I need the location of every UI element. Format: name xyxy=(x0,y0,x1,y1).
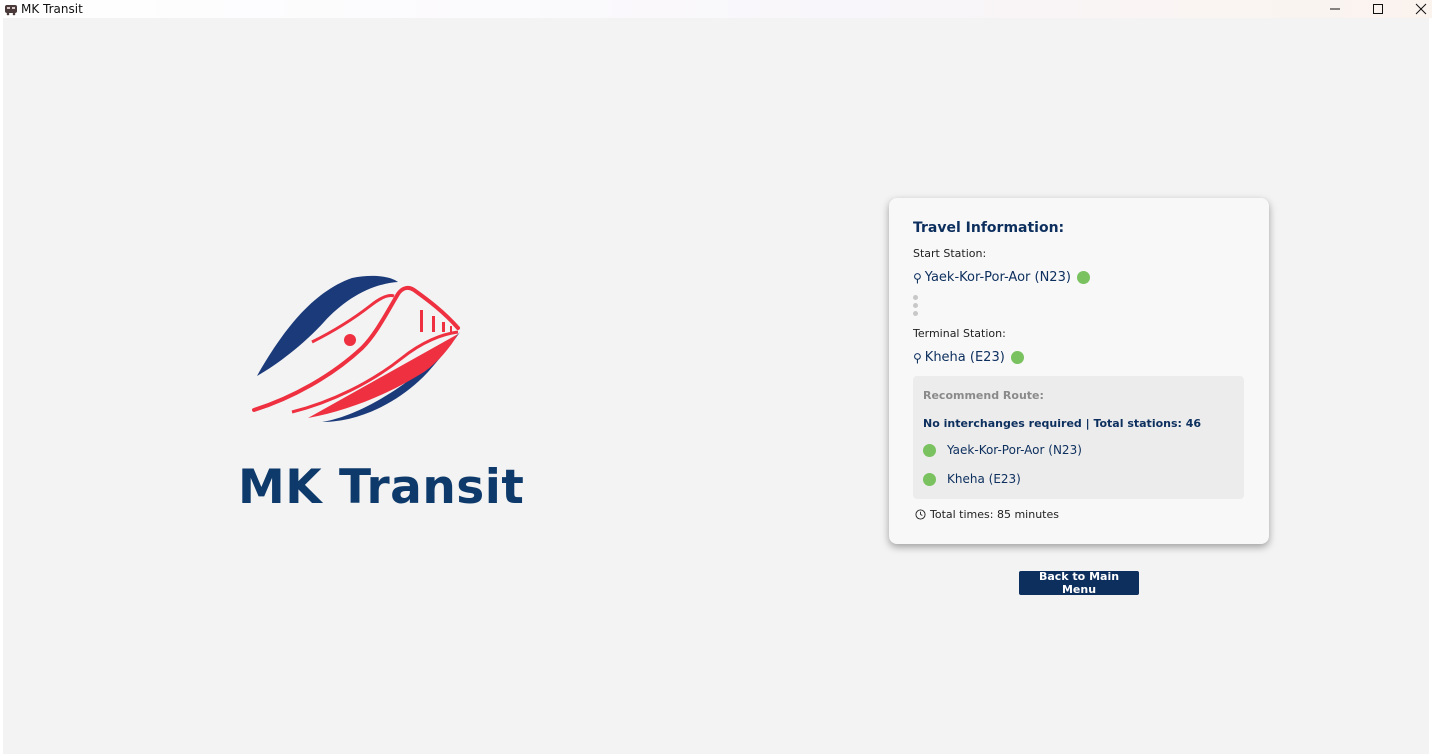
card-title: Travel Information: xyxy=(913,220,1065,236)
route-connector-dots xyxy=(913,295,919,319)
maximize-icon xyxy=(1373,4,1383,14)
window-titlebar: MK Transit xyxy=(0,0,1432,18)
clock-icon xyxy=(915,509,926,520)
route-stop: Kheha (E23) xyxy=(923,472,1021,486)
minimize-button[interactable] xyxy=(1312,0,1358,18)
recommended-route-panel: Recommend Route: No interchanges require… xyxy=(913,376,1244,499)
mk-transit-logo xyxy=(252,275,460,422)
travel-info-card: Travel Information: Start Station: ⚲ Yae… xyxy=(889,198,1269,544)
route-stop-name: Yaek-Kor-Por-Aor (N23) xyxy=(947,443,1082,457)
total-time: Total times: 85 minutes xyxy=(915,508,1059,521)
location-pin-icon: ⚲ xyxy=(913,350,922,365)
route-summary: No interchanges required | Total station… xyxy=(923,417,1202,430)
terminal-station: ⚲ Kheha (E23) xyxy=(913,350,1024,365)
app-icon xyxy=(5,5,17,16)
minimize-icon xyxy=(1330,8,1340,10)
line-color-dot xyxy=(923,443,936,457)
start-station: ⚲ Yaek-Kor-Por-Aor (N23) xyxy=(913,270,1090,285)
location-pin-icon: ⚲ xyxy=(913,270,922,285)
back-to-main-menu-button[interactable]: Back to Main Menu xyxy=(1019,570,1139,596)
line-color-dot xyxy=(1076,271,1090,284)
line-color-dot xyxy=(1010,351,1024,364)
terminal-station-label: Terminal Station: xyxy=(913,327,1006,340)
route-title: Recommend Route: xyxy=(923,389,1044,402)
window-title: MK Transit xyxy=(21,2,83,16)
terminal-station-name: Kheha (E23) xyxy=(924,350,1005,365)
route-stop-name: Kheha (E23) xyxy=(947,472,1021,486)
route-stop: Yaek-Kor-Por-Aor (N23) xyxy=(923,443,1082,457)
total-time-text: Total times: 85 minutes xyxy=(930,508,1059,521)
close-icon xyxy=(1415,3,1427,15)
window-border-left xyxy=(0,18,3,754)
start-station-label: Start Station: xyxy=(913,247,987,260)
close-button[interactable] xyxy=(1398,0,1432,18)
start-station-name: Yaek-Kor-Por-Aor (N23) xyxy=(924,270,1071,285)
line-color-dot xyxy=(923,472,936,486)
maximize-button[interactable] xyxy=(1355,0,1401,18)
brand-name: MK Transit xyxy=(238,460,525,515)
